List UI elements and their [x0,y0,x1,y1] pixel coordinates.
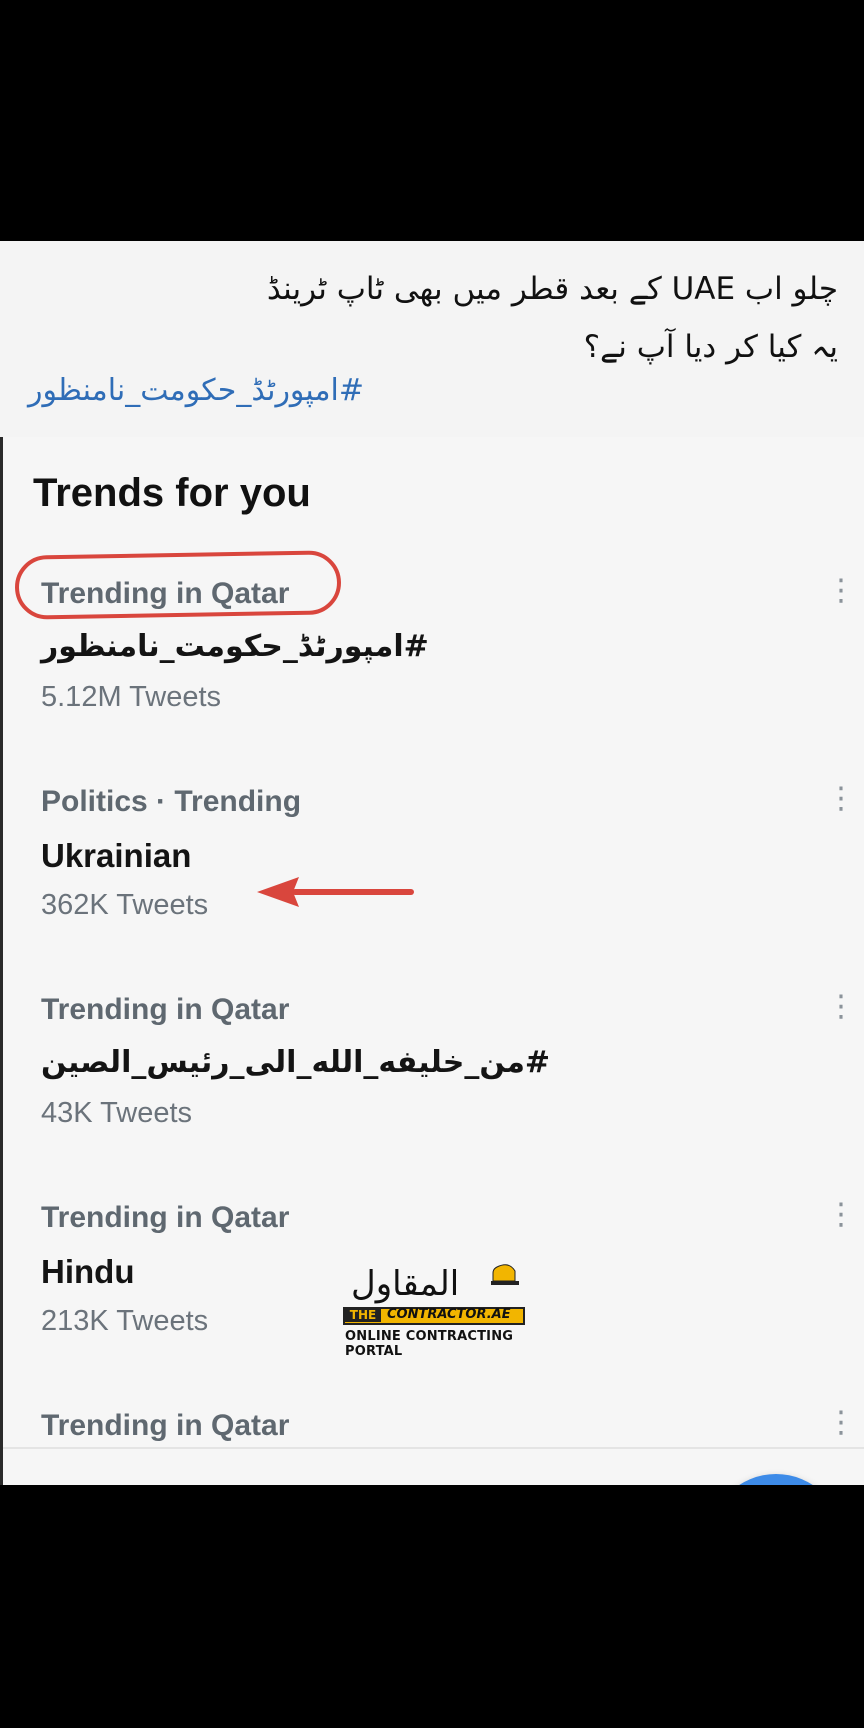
trend-name: Ukrainian [41,837,192,874]
plus-icon: + [709,1474,843,1485]
trend-context: Trending in Qatar [41,1409,290,1442]
compose-button[interactable]: + [709,1474,843,1485]
divider [3,1447,864,1449]
trend-item[interactable]: Politics · Trending Ukrainian 362K Tweet… [3,784,864,985]
watermark-prefix: THE [345,1308,381,1322]
trends-panel: Trends for you Trending in Qatar #امپورٹ… [0,437,864,1485]
trend-tweet-count: 43K Tweets [41,1097,193,1129]
trend-context: Trending in Qatar [41,1201,290,1234]
trend-name: Hindu [41,1253,135,1290]
three-dots-vertical-icon[interactable]: ⋮ [826,784,856,827]
three-dots-vertical-icon[interactable]: ⋮ [826,576,856,619]
watermark-tagline: ONLINE CONTRACTING PORTAL [345,1329,514,1359]
red-arrow-annotation [257,877,414,907]
three-dots-vertical-icon[interactable]: ⋮ [826,1200,856,1243]
post-text-line-1: چلو اب UAE کے بعد قطر میں بھی ٹاپ ٹرینڈ [266,271,838,307]
red-circle-annotation [14,550,342,620]
trend-context: Trending in Qatar [41,993,290,1026]
three-dots-vertical-icon[interactable]: ⋮ [826,1408,856,1451]
trend-tweet-count: 213K Tweets [41,1305,209,1337]
screenshot-area: چلو اب UAE کے بعد قطر میں بھی ٹاپ ٹرینڈ … [0,241,864,1485]
trend-item[interactable]: Trending in Qatar #من_خليفه_الله_الی_رئي… [3,992,864,1193]
watermark-bar: THE CONTRACTOR.AE [343,1307,525,1325]
trends-title: Trends for you [33,471,311,515]
trend-tweet-count: 362K Tweets [41,889,209,921]
trend-name: #امپورٹڈ_حکومت_نامنظور [41,629,429,664]
post-text-line-2: یہ کیا کر دیا آپ نے؟ [583,329,838,365]
trend-tweet-count: 5.12M Tweets [41,681,222,713]
trend-name: #من_خليفه_الله_الی_رئيس_الصين [41,1045,551,1080]
trend-context: Politics · Trending [41,785,302,818]
watermark-logo: المقاول THE CONTRACTOR.AE ONLINE CONTRAC… [343,1259,529,1359]
post-hashtag-link[interactable]: #امپورٹڈ_حکومت_نامنظور [28,373,364,408]
watermark-arabic: المقاول [351,1264,460,1304]
three-dots-vertical-icon[interactable]: ⋮ [826,992,856,1035]
watermark-domain: CONTRACTOR.AE [387,1307,511,1322]
